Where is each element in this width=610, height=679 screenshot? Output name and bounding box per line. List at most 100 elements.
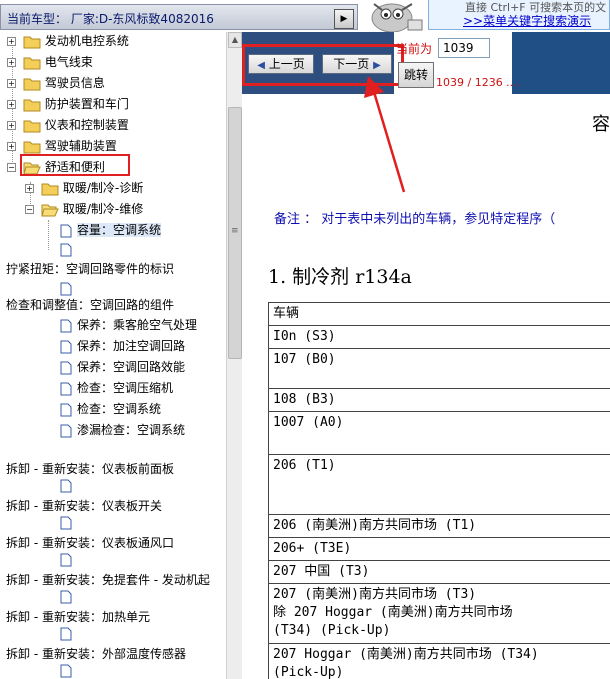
document-icon[interactable] — [60, 664, 72, 678]
collapse-icon[interactable]: − — [7, 163, 16, 172]
tree-leaf-circuit-efficiency[interactable]: 保养：空调回路效能 — [60, 358, 185, 378]
folder-icon — [23, 141, 41, 153]
document-pane: ◀ 上一页 下一页 ▶ 当前为 跳转 1039 / 1236 .... 容 备注… — [242, 32, 610, 679]
nav-bar-right — [512, 32, 610, 94]
table-cell: 206+ (T3E) — [268, 537, 610, 561]
tree-leaf-check-values[interactable]: 检查和调整值：空调回路的组件 — [6, 296, 174, 316]
top-bar: 当前车型： 厂家:D-东风标致4082016 ▶ 直接 Ctrl+F 可搜索本页… — [0, 0, 610, 32]
document-icon — [60, 340, 72, 353]
table-row: 206 (南美洲)南方共同市场 (T1) — [268, 514, 610, 538]
tree-item-doors[interactable]: + 防护装置和车门 — [7, 95, 129, 115]
tree-item-instruments[interactable]: + 仪表和控制装置 — [7, 116, 129, 136]
folder-icon — [23, 78, 41, 90]
document-icon[interactable] — [60, 627, 72, 641]
tree-leaf-dash-switches[interactable]: 拆卸 - 重新安装：仪表板开关 — [6, 497, 162, 517]
page-count: 1039 / 1236 .... — [436, 76, 521, 89]
navigation-tree: + 发动机电控系统 + 电气线束 + 驾驶员信息 + 防护装置和车门 + 仪表和… — [0, 32, 226, 679]
table-row: 1007 (A0) — [268, 411, 610, 455]
scrollbar-thumb[interactable]: ≡ — [228, 107, 242, 359]
expand-icon[interactable]: + — [7, 100, 16, 109]
vehicle-bar: 当前车型： 厂家:D-东风标致4082016 — [0, 4, 358, 30]
table-row: 206 (T1) — [268, 454, 610, 515]
table-row: 107 (B0) — [268, 348, 610, 389]
tree-item-driver-info[interactable]: + 驾驶员信息 — [7, 74, 105, 94]
tree-item-engine-ecu[interactable]: + 发动机电控系统 — [7, 32, 129, 52]
tree-leaf-leak-check[interactable]: 渗漏检查：空调系统 — [60, 421, 185, 441]
scroll-up-arrow-icon[interactable]: ▲ — [228, 32, 242, 48]
table-cell: I0n (S3) — [268, 325, 610, 349]
table-cell: 207 Hoggar (南美洲)南方共同市场 (T34) (Pick-Up) — [268, 643, 610, 679]
current-page-label: 当前为 — [396, 42, 433, 56]
folder-icon — [23, 36, 41, 48]
document-icon — [60, 424, 72, 437]
folder-icon — [23, 57, 41, 69]
comfort-highlight-box — [20, 154, 130, 176]
document-icon — [60, 224, 72, 237]
expand-icon[interactable]: + — [7, 121, 16, 130]
expand-icon[interactable]: + — [7, 142, 16, 151]
table-cell: 206 (南美洲)南方共同市场 (T1) — [268, 514, 610, 538]
vehicle-label: 当前车型： 厂家:D-东风标致4082016 — [7, 12, 214, 26]
folder-icon — [23, 120, 41, 132]
folder-icon — [23, 99, 41, 111]
document-heading: 容 — [592, 114, 610, 135]
note-text: 备注 ： 对于表中未列出的车辆，参见特定程序（ — [274, 212, 556, 227]
table-cell: 108 (B3) — [268, 388, 610, 412]
grip-icon: ≡ — [231, 226, 239, 236]
tree-leaf-compressor[interactable]: 检查：空调压缩机 — [60, 379, 173, 399]
document-icon — [60, 382, 72, 395]
tree-item-wiring[interactable]: + 电气线束 — [7, 53, 93, 73]
collapse-tree-button[interactable]: ▶ — [334, 9, 354, 29]
page-number-input[interactable] — [438, 38, 490, 58]
table-row: 207 中国 (T3) — [268, 560, 610, 584]
document-icon — [60, 361, 72, 374]
triangle-right-icon: ▶ — [340, 14, 348, 24]
table-row: 207 (南美洲)南方共同市场 (T3) 除 207 Hoggar (南美洲)南… — [268, 583, 610, 644]
tree-item-hvac-repair[interactable]: − 取暖/制冷-维修 — [25, 200, 143, 220]
table-row: 206+ (T3E) — [268, 537, 610, 561]
mascot-icon — [371, 3, 423, 32]
tree-leaf-handsfree-kit[interactable]: 拆卸 - 重新安装：免提套件 - 发动机起 — [6, 571, 210, 591]
document-icon[interactable] — [60, 243, 72, 257]
open-folder-icon — [41, 204, 59, 216]
table-row: 207 Hoggar (南美洲)南方共同市场 (T34) (Pick-Up) — [268, 643, 610, 679]
expand-icon[interactable]: + — [25, 184, 34, 193]
document-icon[interactable] — [60, 590, 72, 604]
tree-leaf-torque[interactable]: 拧紧扭矩：空调回路零件的标识 — [6, 260, 174, 280]
section-title: 1. 制冷剂 r134a — [268, 266, 412, 288]
table-cell: 207 中国 (T3) — [268, 560, 610, 584]
tree-leaf-dash-front-panel[interactable]: 拆卸 - 重新安装：仪表板前面板 — [6, 460, 174, 480]
expand-icon[interactable]: + — [7, 37, 16, 46]
tree-guide-line — [48, 220, 49, 250]
table-cell: 207 (南美洲)南方共同市场 (T3) 除 207 Hoggar (南美洲)南… — [268, 583, 610, 644]
collapse-icon[interactable]: − — [25, 205, 34, 214]
tree-leaf-heater-unit[interactable]: 拆卸 - 重新安装：加热单元 — [6, 608, 150, 628]
tip-box: 直接 Ctrl+F 可搜索本页的文 >>菜单关键字搜索演示 — [428, 0, 610, 30]
vehicle-table: 车辆 I0n (S3) 107 (B0) 108 (B3) 1007 (A0) … — [268, 302, 610, 679]
tree-leaf-fill-circuit[interactable]: 保养：加注空调回路 — [60, 337, 185, 357]
expand-icon[interactable]: + — [7, 58, 16, 67]
tree-leaf-outside-temp-sensor[interactable]: 拆卸 - 重新安装：外部温度传感器 — [6, 645, 186, 665]
table-cell: 107 (B0) — [268, 348, 610, 389]
nav-highlight-box — [242, 44, 404, 86]
tree-leaf-dash-vents[interactable]: 拆卸 - 重新安装：仪表板通风口 — [6, 534, 174, 554]
table-row: 108 (B3) — [268, 388, 610, 412]
tree-item-hvac-diagnosis[interactable]: + 取暖/制冷-诊断 — [25, 179, 143, 199]
search-demo-link[interactable]: >>菜单关键字搜索演示 — [463, 12, 591, 29]
tree-leaf-ac-capacity[interactable]: 容量：空调系统 — [60, 221, 162, 241]
tree-leaf-cabin-air[interactable]: 保养：乘客舱空气处理 — [60, 316, 197, 336]
jump-button[interactable]: 跳转 — [398, 62, 434, 88]
document-icon[interactable] — [60, 479, 72, 493]
expand-icon[interactable]: + — [7, 79, 16, 88]
table-cell: 车辆 — [268, 302, 610, 326]
document-icon — [60, 319, 72, 332]
document-icon[interactable] — [60, 282, 72, 296]
table-cell: 1007 (A0) — [268, 411, 610, 455]
tree-leaf-ac-system-check[interactable]: 检查：空调系统 — [60, 400, 161, 420]
table-cell: 206 (T1) — [268, 454, 610, 515]
folder-icon — [41, 183, 59, 195]
document-icon[interactable] — [60, 516, 72, 530]
document-icon[interactable] — [60, 553, 72, 567]
table-row: I0n (S3) — [268, 325, 610, 349]
tree-scrollbar[interactable]: ▲ ≡ — [226, 32, 242, 679]
